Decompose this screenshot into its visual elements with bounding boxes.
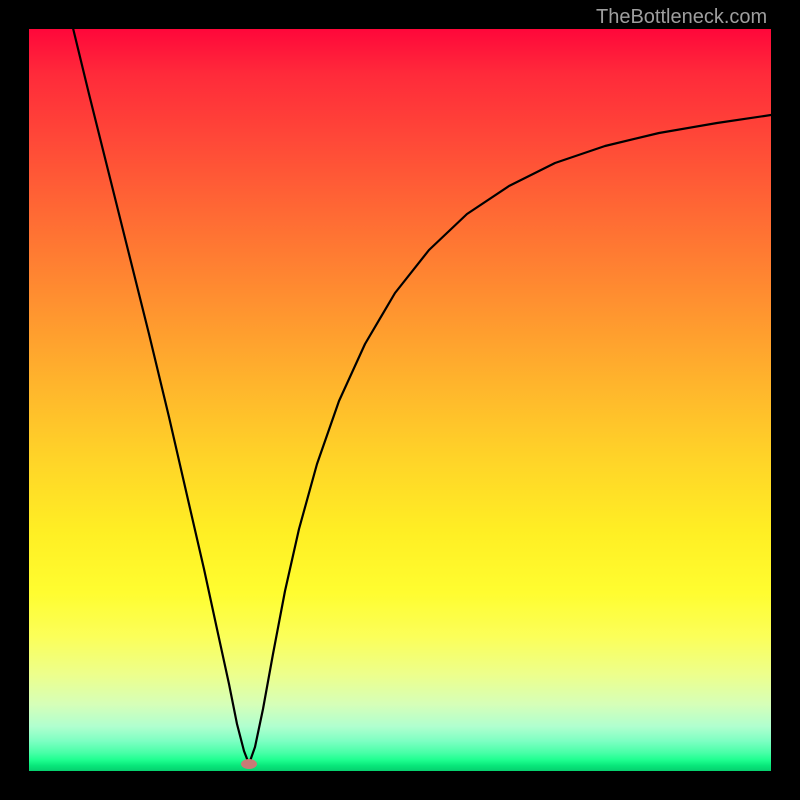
bottleneck-curve <box>72 29 771 764</box>
plot-area <box>29 29 771 771</box>
curve-layer <box>29 29 771 771</box>
outer-frame: TheBottleneck.com <box>0 0 800 800</box>
optimum-marker <box>241 759 257 769</box>
watermark-text: TheBottleneck.com <box>596 6 767 29</box>
